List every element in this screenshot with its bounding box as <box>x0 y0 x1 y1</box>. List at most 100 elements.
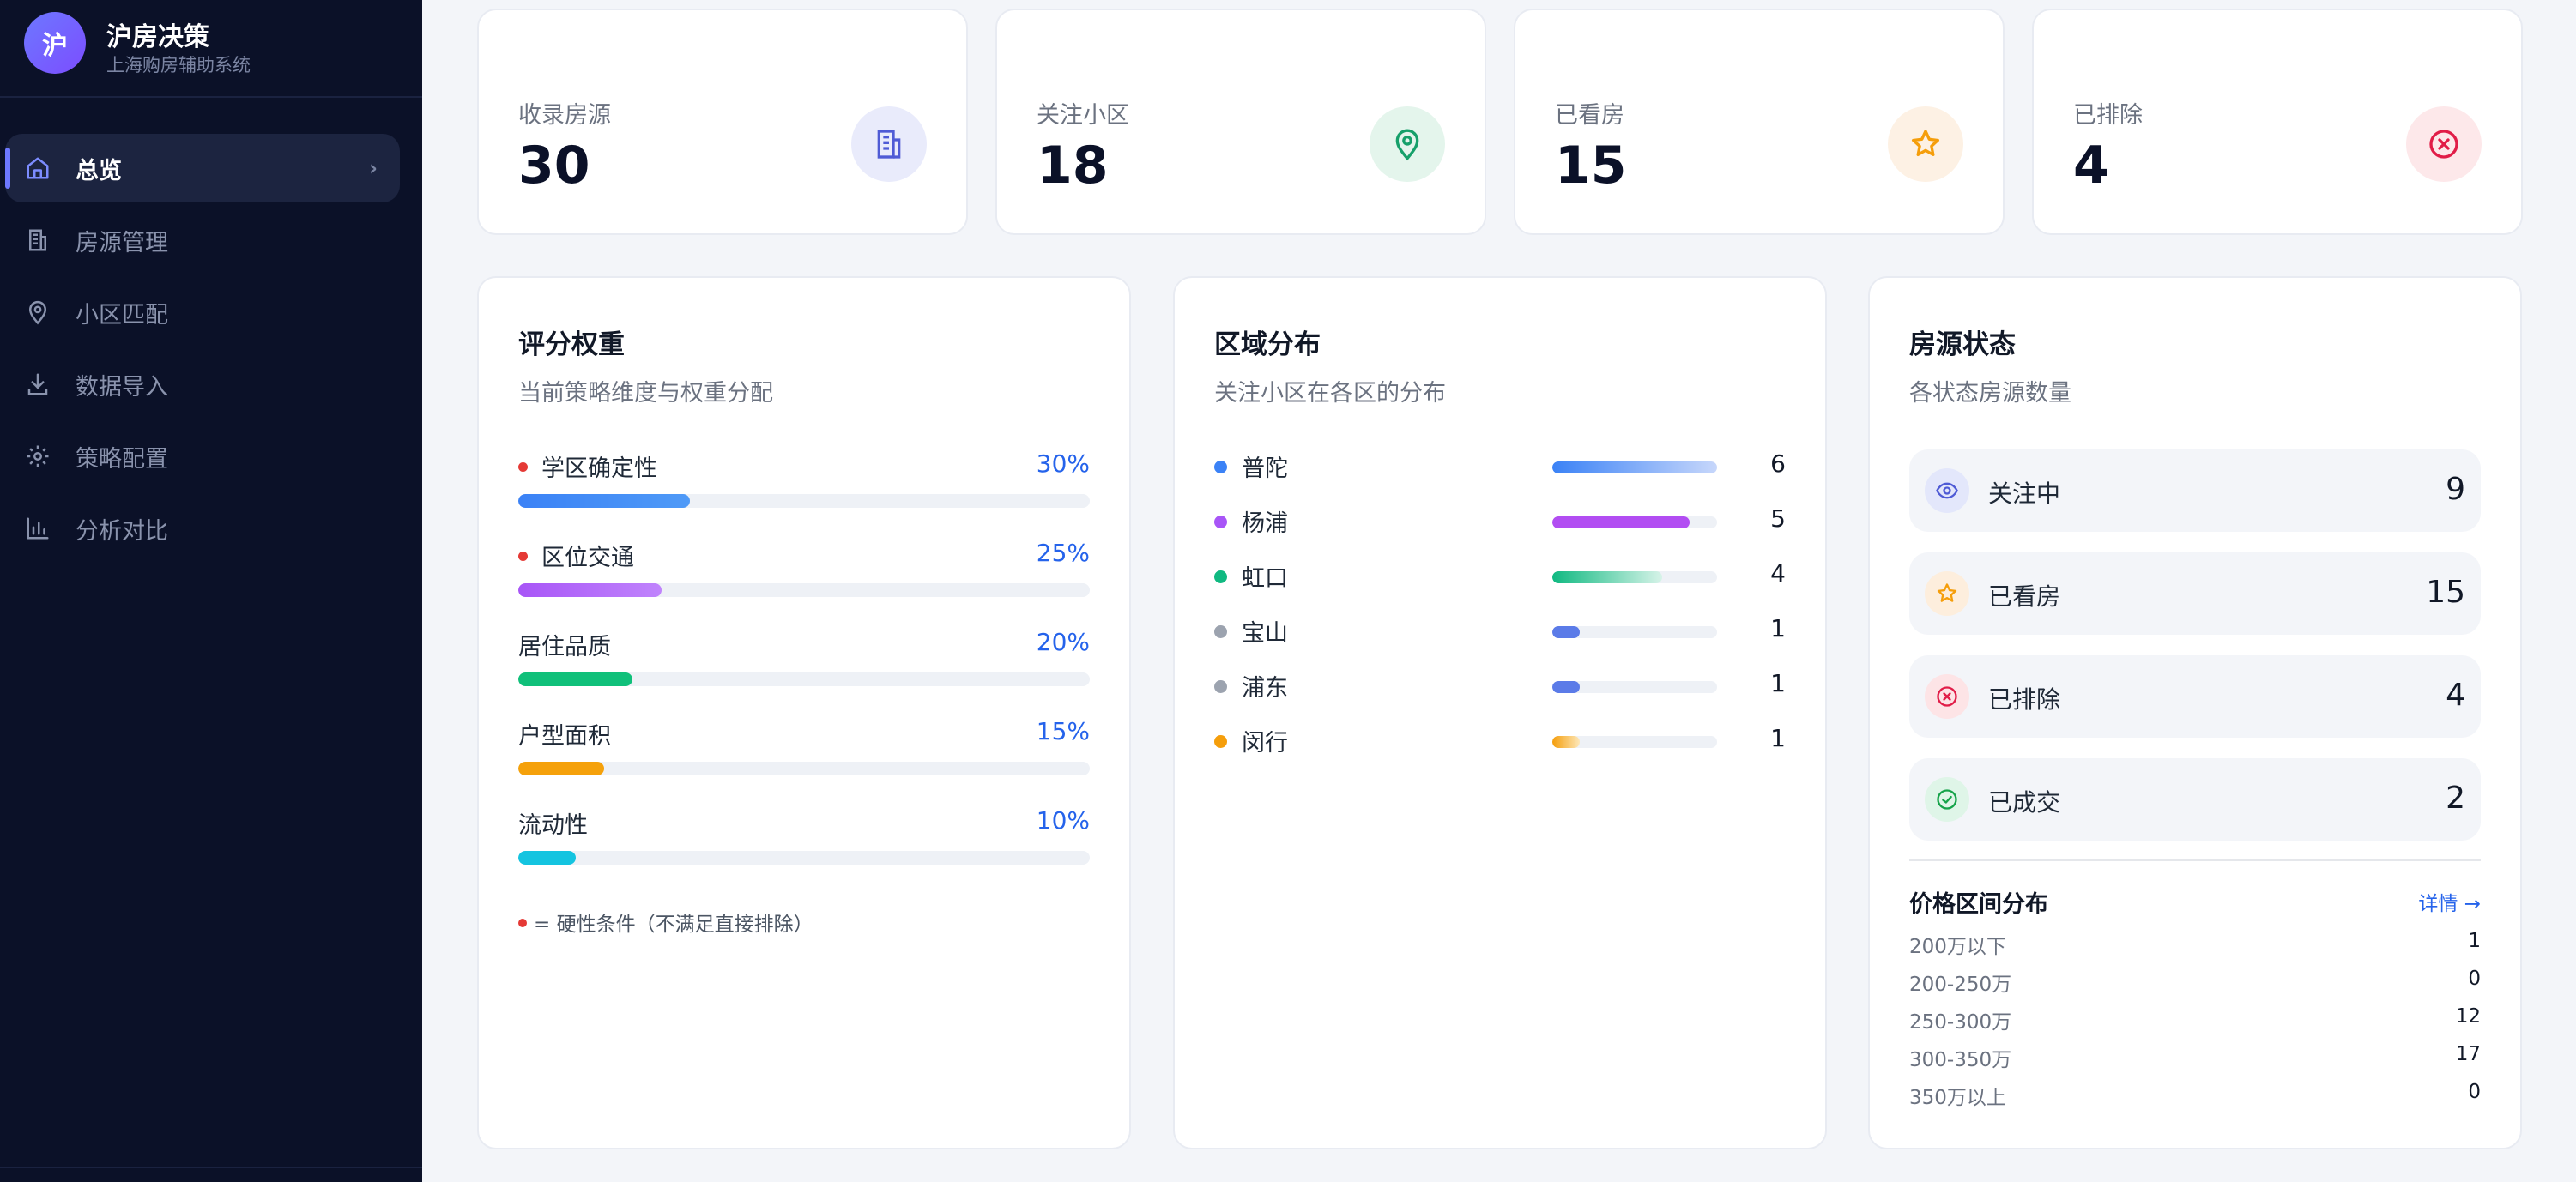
stat-value: 4 <box>2073 136 2109 196</box>
district-bar <box>1552 681 1580 693</box>
weight-name: 流动性 <box>518 812 588 839</box>
details-link[interactable]: 详情 → <box>2418 887 2481 916</box>
sidebar-item-label: 数据导入 <box>76 373 168 401</box>
price-row: 200万以下 1 <box>1909 930 2481 959</box>
stat-label: 已看房 <box>1555 102 1624 129</box>
x-circle-icon <box>2406 106 2482 182</box>
stat-card-listings[interactable]: 收录房源 30 <box>477 9 968 235</box>
download-icon <box>24 371 51 398</box>
price-count: 17 <box>2455 1043 2481 1065</box>
district-name: 杨浦 <box>1242 510 1288 537</box>
star-icon <box>1925 571 1969 616</box>
weight-bar <box>518 851 576 865</box>
price-row: 250-300万 12 <box>1909 1005 2481 1034</box>
map-pin-icon <box>1370 106 1445 182</box>
district-count: 4 <box>1770 559 1786 588</box>
panel-subtitle: 各状态房源数量 <box>1909 380 2071 407</box>
sidebar-item-data-import[interactable]: 数据导入 <box>5 350 400 419</box>
district-track <box>1552 516 1717 528</box>
sidebar-item-overview[interactable]: 总览 › <box>5 134 400 202</box>
district-dot <box>1214 680 1227 693</box>
weight-name: 学区确定性 <box>541 455 657 482</box>
sidebar-item-listings[interactable]: 房源管理 <box>5 206 400 274</box>
price-range: 200万以下 <box>1909 936 2006 958</box>
weight-bar <box>518 583 662 597</box>
eye-icon <box>1925 468 1969 513</box>
gear-icon <box>24 443 51 470</box>
sidebar-item-community-match[interactable]: 小区匹配 <box>5 278 400 347</box>
weight-track <box>518 494 1090 508</box>
status-row-closed[interactable]: 已成交 2 <box>1909 758 2481 841</box>
price-count: 0 <box>2468 1081 2481 1103</box>
weight-track <box>518 762 1090 775</box>
district-row: 宝山 1 <box>1214 614 1786 648</box>
district-count: 6 <box>1770 449 1786 478</box>
stat-label: 已排除 <box>2073 102 2143 129</box>
district-name: 浦东 <box>1242 675 1288 702</box>
status-count: 15 <box>2426 575 2465 610</box>
district-bar <box>1552 571 1662 583</box>
status-label: 已看房 <box>1988 582 2061 611</box>
district-name: 宝山 <box>1242 620 1288 647</box>
weight-row: 居住品质 20% <box>518 628 1090 697</box>
weight-bar <box>518 762 604 775</box>
district-count: 1 <box>1770 724 1786 752</box>
status-row-watching[interactable]: 关注中 9 <box>1909 449 2481 532</box>
district-bar <box>1552 736 1580 748</box>
status-label: 关注中 <box>1988 479 2061 508</box>
district-row: 闵行 1 <box>1214 724 1786 758</box>
sidebar-nav: 总览 › 房源管理 小区匹配 数据导入 策略配置 分析对比 <box>0 134 422 566</box>
district-track <box>1552 461 1717 473</box>
stat-card-viewed[interactable]: 已看房 15 <box>1514 9 2005 235</box>
district-track <box>1552 626 1717 638</box>
weight-row: 流动性 10% <box>518 806 1090 875</box>
price-row: 200-250万 0 <box>1909 968 2481 997</box>
status-label: 已排除 <box>1988 685 2061 714</box>
district-row: 普陀 6 <box>1214 449 1786 484</box>
weight-percent: 20% <box>1036 628 1090 656</box>
building-icon <box>24 226 51 254</box>
status-row-viewed[interactable]: 已看房 15 <box>1909 552 2481 635</box>
panel-subtitle: 当前策略维度与权重分配 <box>518 380 773 407</box>
sidebar-item-analysis[interactable]: 分析对比 <box>5 494 400 563</box>
stat-label: 收录房源 <box>518 102 611 129</box>
stat-card-excluded[interactable]: 已排除 4 <box>2032 9 2523 235</box>
weight-bar <box>518 672 633 686</box>
weight-percent: 15% <box>1036 717 1090 745</box>
status-label: 已成交 <box>1988 788 2061 817</box>
weight-percent: 25% <box>1036 539 1090 567</box>
district-name: 普陀 <box>1242 455 1288 482</box>
stat-value: 18 <box>1037 136 1109 196</box>
chevron-right-icon: › <box>369 156 378 180</box>
status-row-excluded[interactable]: 已排除 4 <box>1909 655 2481 738</box>
price-count: 12 <box>2455 1005 2481 1028</box>
sidebar-item-strategy[interactable]: 策略配置 <box>5 422 400 491</box>
weight-row: 区位交通 25% <box>518 539 1090 607</box>
weight-track <box>518 583 1090 597</box>
status-count: 4 <box>2446 678 2465 713</box>
check-circle-icon <box>1925 777 1969 822</box>
price-distribution-title: 价格区间分布 <box>1909 891 2048 918</box>
sidebar-divider <box>0 1167 422 1168</box>
district-dot <box>1214 570 1227 583</box>
stat-label: 关注小区 <box>1037 102 1129 129</box>
price-range: 250-300万 <box>1909 1011 2012 1034</box>
panel-title: 评分权重 <box>518 329 625 360</box>
weight-name: 居住品质 <box>518 634 611 660</box>
district-count: 1 <box>1770 614 1786 642</box>
price-range: 200-250万 <box>1909 974 2012 996</box>
price-row: 350万以上 0 <box>1909 1081 2481 1110</box>
weight-row: 学区确定性 30% <box>518 449 1090 518</box>
weight-percent: 30% <box>1036 449 1090 478</box>
weight-percent: 10% <box>1036 806 1090 835</box>
stat-card-communities[interactable]: 关注小区 18 <box>995 9 1486 235</box>
price-row: 300-350万 17 <box>1909 1043 2481 1072</box>
district-dot <box>1214 516 1227 528</box>
hard-condition-dot <box>518 552 528 561</box>
brand: 沪 沪房决策 上海购房辅助系统 <box>0 0 422 98</box>
hard-condition-dot <box>518 462 528 472</box>
sidebar-item-label: 房源管理 <box>76 229 168 256</box>
sidebar-item-label: 小区匹配 <box>76 301 168 329</box>
brand-logo: 沪 <box>24 12 86 74</box>
district-row: 浦东 1 <box>1214 669 1786 703</box>
